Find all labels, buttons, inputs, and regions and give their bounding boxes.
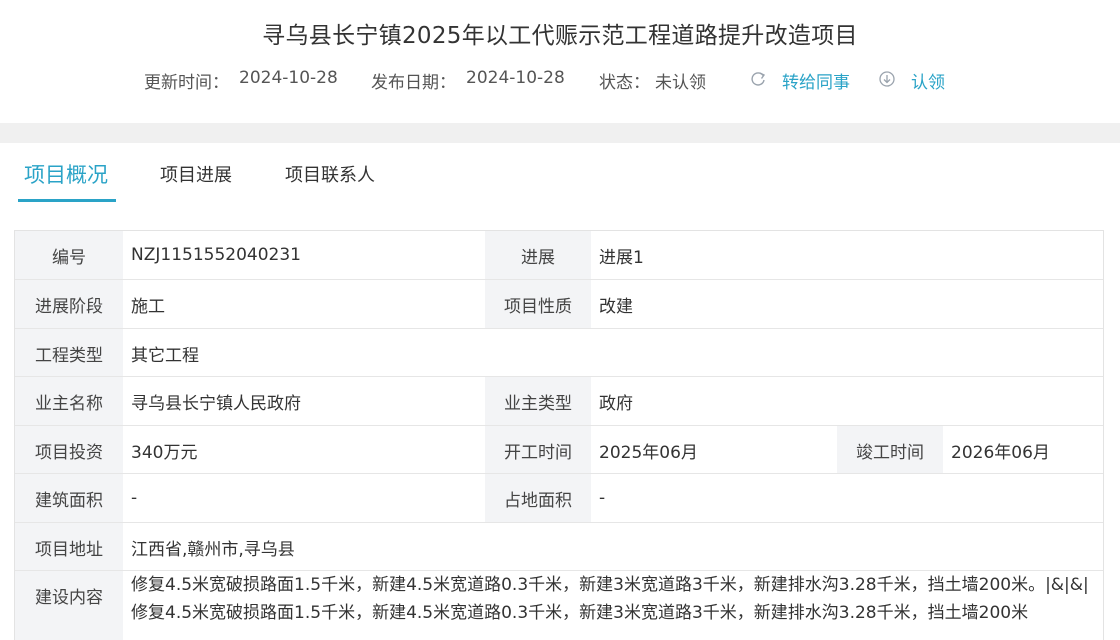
publish-date-label: 发布日期： — [371, 73, 456, 93]
tab-contacts[interactable]: 项目联系人 — [285, 161, 375, 187]
active-tab-indicator — [18, 199, 116, 202]
owner-type-label: 业主类型 — [485, 377, 591, 425]
end-value: 2026年06月 — [951, 442, 1050, 463]
address-value: 江西省,赣州市,寻乌县 — [131, 539, 295, 560]
section-divider — [0, 123, 1120, 143]
update-time-label: 更新时间： — [144, 73, 229, 93]
land-value: - — [599, 488, 606, 508]
invest-value: 340万元 — [131, 442, 198, 463]
content-label: 建设内容 — [15, 571, 123, 640]
start-value: 2025年06月 — [599, 442, 698, 463]
publish-date-value: 2024-10-28 — [466, 68, 565, 88]
claim-link[interactable]: 认领 — [911, 68, 945, 93]
code-label: 编号 — [15, 231, 123, 279]
invest-label: 项目投资 — [15, 426, 123, 474]
meta-bar: 更新时间： 2024-10-28 发布日期： 2024-10-28 状态： 未认… — [0, 66, 1120, 94]
status-label: 状态： — [599, 73, 650, 93]
area-label: 建筑面积 — [15, 474, 123, 522]
page-title: 寻乌县长宁镇2025年以工代赈示范工程道路提升改造项目 — [262, 23, 858, 49]
content-value: 修复4.5米宽破损路面1.5千米，新建4.5米宽道路0.3千米，新建3米宽道路3… — [131, 575, 1089, 623]
stage-label: 进展阶段 — [15, 280, 123, 328]
tab-bar: 项目概况 项目进展 项目联系人 — [0, 143, 1120, 205]
status-value: 未认领 — [655, 73, 706, 93]
update-time-value: 2024-10-28 — [239, 68, 338, 88]
project-info-table: 编号 NZJ1151552040231 进展 进展1 进展阶段 施工 项目性质 … — [14, 230, 1104, 640]
project-header: 寻乌县长宁镇2025年以工代赈示范工程道路提升改造项目 更新时间： 2024-1… — [0, 0, 1120, 123]
forward-icon[interactable] — [749, 70, 767, 88]
owner-type-value: 政府 — [599, 393, 633, 414]
owner-label: 业主名称 — [15, 377, 123, 425]
start-label: 开工时间 — [485, 426, 591, 474]
owner-value: 寻乌县长宁镇人民政府 — [131, 393, 301, 414]
progress-label: 进展 — [485, 231, 591, 279]
land-label: 占地面积 — [485, 474, 591, 522]
type-label: 工程类型 — [15, 329, 123, 377]
forward-to-colleague-link[interactable]: 转给同事 — [782, 68, 850, 93]
tab-progress[interactable]: 项目进展 — [160, 161, 232, 187]
progress-value: 进展1 — [599, 247, 644, 268]
claim-icon[interactable] — [878, 70, 896, 88]
tab-overview[interactable]: 项目概况 — [24, 159, 108, 189]
end-label: 竣工时间 — [837, 426, 943, 474]
area-value: - — [131, 488, 138, 508]
code-value: NZJ1151552040231 — [131, 245, 301, 265]
type-value: 其它工程 — [131, 345, 199, 366]
nature-value: 改建 — [599, 296, 633, 317]
address-label: 项目地址 — [15, 523, 123, 571]
stage-value: 施工 — [131, 296, 165, 317]
nature-label: 项目性质 — [485, 280, 591, 328]
